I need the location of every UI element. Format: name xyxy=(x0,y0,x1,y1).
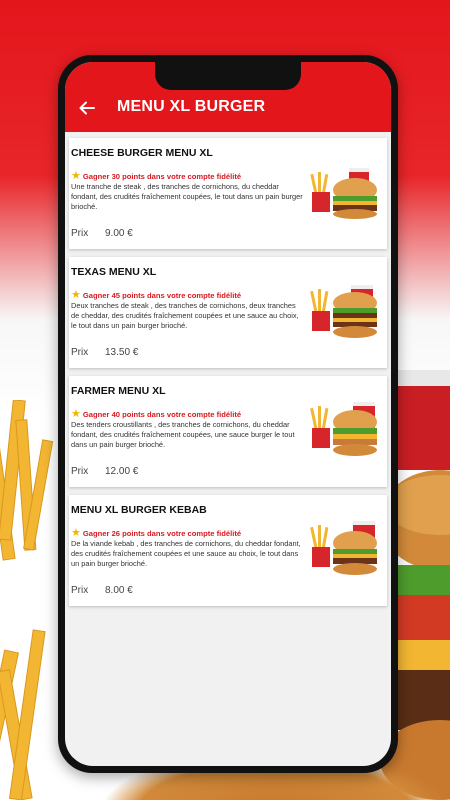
star-icon: ★ xyxy=(71,408,81,420)
menu-list: CHEESE BURGER MENU XL ★ Gagner 30 points… xyxy=(65,132,391,766)
loyalty-points-text: Gagner 45 points dans votre compte fidél… xyxy=(82,291,242,300)
loyalty-points-text: Gagner 40 points dans votre compte fidél… xyxy=(82,410,242,419)
loyalty-points-text: Gagner 26 points dans votre compte fidél… xyxy=(82,529,242,538)
loyalty-points-row: ★ Gagner 26 points dans votre compte fid… xyxy=(71,528,241,539)
menu-item-card[interactable]: MENU XL BURGER KEBAB ★ Gagner 26 points … xyxy=(69,495,387,606)
menu-item-title: CHEESE BURGER MENU XL xyxy=(71,147,213,159)
burger-menu-image xyxy=(310,168,377,219)
phone-screen: MENU XL BURGER CHEESE BURGER MENU XL ★ G… xyxy=(65,62,391,766)
burger-menu-image xyxy=(310,402,377,456)
back-button[interactable] xyxy=(73,96,101,120)
loyalty-points-text: Gagner 30 points dans votre compte fidél… xyxy=(82,172,242,181)
menu-item-card[interactable]: TEXAS MENU XL ★ Gagner 45 points dans vo… xyxy=(69,257,387,368)
menu-item-description: Une tranche de steak , des tranches de c… xyxy=(71,182,303,211)
menu-item-description: De la viande kebab , des tranches de cor… xyxy=(71,539,301,568)
burger-menu-image xyxy=(310,521,377,575)
menu-item-price: 13.50 € xyxy=(105,347,139,358)
star-icon: ★ xyxy=(71,527,81,539)
menu-item-price: 9.00 € xyxy=(105,228,133,239)
page-title: MENU XL BURGER xyxy=(117,98,266,115)
menu-item-title: FARMER MENU XL xyxy=(71,385,166,397)
menu-item-card[interactable]: CHEESE BURGER MENU XL ★ Gagner 30 points… xyxy=(69,138,387,249)
loyalty-points-row: ★ Gagner 40 points dans votre compte fid… xyxy=(71,409,241,420)
menu-item-price: 12.00 € xyxy=(105,466,139,477)
arrow-left-icon xyxy=(79,101,95,115)
loyalty-points-row: ★ Gagner 30 points dans votre compte fid… xyxy=(71,171,241,182)
star-icon: ★ xyxy=(71,170,81,182)
menu-item-description: Des tenders croustillants , des tranches… xyxy=(71,420,295,449)
price-label: Prix xyxy=(71,466,89,477)
burger-menu-image xyxy=(310,285,377,338)
phone-frame: MENU XL BURGER CHEESE BURGER MENU XL ★ G… xyxy=(58,55,398,773)
menu-item-title: TEXAS MENU XL xyxy=(71,266,157,278)
menu-item-card[interactable]: FARMER MENU XL ★ Gagner 40 points dans v… xyxy=(69,376,387,487)
price-label: Prix xyxy=(71,585,89,596)
phone-notch xyxy=(155,62,301,90)
menu-item-title: MENU XL BURGER KEBAB xyxy=(71,504,207,516)
menu-item-price: 8.00 € xyxy=(105,585,133,596)
loyalty-points-row: ★ Gagner 45 points dans votre compte fid… xyxy=(71,290,241,301)
price-label: Prix xyxy=(71,228,89,239)
menu-item-description: Deux tranches de steak , des tranches de… xyxy=(71,301,299,330)
price-label: Prix xyxy=(71,347,89,358)
star-icon: ★ xyxy=(71,289,81,301)
